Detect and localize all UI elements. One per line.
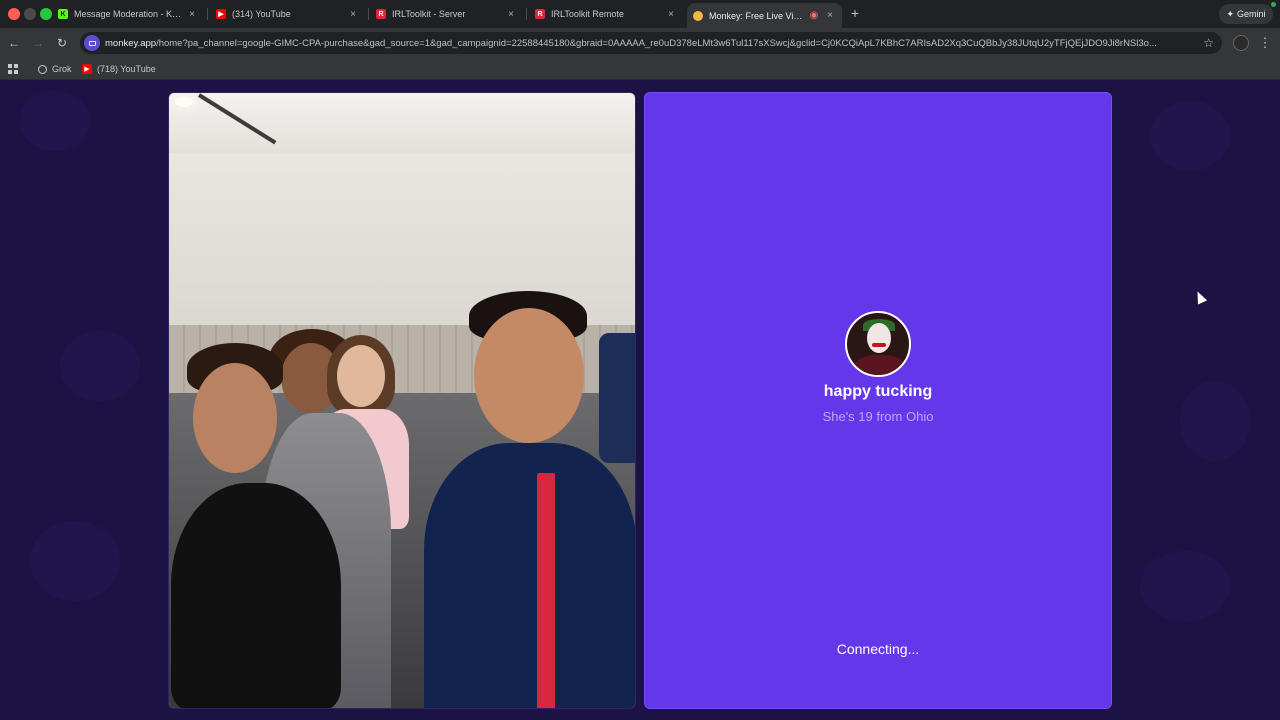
- match-name: happy tucking: [823, 383, 933, 400]
- url-host: monkey.app: [105, 37, 157, 49]
- bookmark-star-icon[interactable]: ☆: [1203, 36, 1214, 50]
- video-scene: [474, 308, 584, 443]
- bookmark-grok[interactable]: Grok: [38, 61, 72, 77]
- back-arrow-icon[interactable]: ←: [6, 35, 22, 51]
- connection-status: Connecting...: [836, 641, 920, 657]
- window-maximize-button[interactable]: [40, 8, 52, 20]
- reload-icon[interactable]: ↻: [54, 35, 70, 51]
- tab-youtube[interactable]: ▶ (314) YouTube ×: [210, 3, 365, 25]
- status-dot-icon: [1271, 2, 1276, 7]
- youtube-icon: ▶: [216, 9, 226, 19]
- video-scene: [169, 93, 635, 153]
- tab-separator: [207, 8, 208, 20]
- apps-grid-icon[interactable]: [8, 64, 18, 74]
- bookmark-label: (718) YouTube: [97, 64, 156, 74]
- mouse-cursor-icon: [1192, 289, 1208, 305]
- tab-monkey-active[interactable]: Monkey: Free Live Video C ◉ ×: [687, 3, 842, 28]
- window-close-button[interactable]: [8, 8, 20, 20]
- tab-irltoolkit-remote[interactable]: R IRLToolkit Remote ×: [529, 3, 683, 25]
- irltoolkit-icon: R: [535, 9, 545, 19]
- video-scene: [599, 333, 635, 463]
- tab-close-icon[interactable]: ×: [505, 9, 517, 20]
- bookmark-label: Grok: [52, 64, 72, 74]
- match-info: She's 19 from Ohio: [822, 409, 934, 424]
- tab-separator: [526, 8, 527, 20]
- window-minimize-button[interactable]: [24, 8, 36, 20]
- background-pattern: [20, 91, 90, 151]
- more-menu-icon[interactable]: ⋮: [1258, 34, 1272, 52]
- tab-close-icon[interactable]: ×: [347, 9, 359, 20]
- avatar-image: [872, 343, 886, 347]
- tab-close-icon[interactable]: ×: [186, 9, 198, 20]
- background-pattern: [30, 521, 120, 601]
- url-path: /home?pa_channel=google-GIMC-CPA-purchas…: [156, 37, 1157, 49]
- tab-kick-moderation[interactable]: K Message Moderation - Kick D ×: [52, 3, 204, 25]
- background-pattern: [60, 331, 140, 401]
- video-scene: [175, 97, 193, 107]
- grok-icon: [38, 64, 47, 74]
- remote-match-panel: happy tucking She's 19 from Ohio Connect…: [644, 92, 1112, 709]
- tab-close-icon[interactable]: ×: [665, 9, 677, 20]
- monkey-icon: [693, 10, 703, 21]
- bookmarks-bar: Grok ▶ (718) YouTube: [0, 58, 1280, 80]
- recording-icon: ◉: [809, 10, 819, 21]
- bookmark-youtube[interactable]: ▶ (718) YouTube: [82, 61, 156, 77]
- irltoolkit-icon: R: [376, 9, 386, 19]
- tab-title: IRLToolkit - Server: [392, 9, 466, 19]
- profile-avatar[interactable]: [1233, 35, 1249, 51]
- tab-title: IRLToolkit Remote: [551, 9, 624, 19]
- background-pattern: [1140, 551, 1230, 621]
- sparkle-icon: ✦: [1226, 8, 1235, 19]
- video-scene: [424, 443, 635, 708]
- kick-icon: K: [58, 9, 68, 19]
- tab-title: (314) YouTube: [232, 9, 291, 19]
- site-info-icon[interactable]: [84, 35, 100, 51]
- background-pattern: [1180, 381, 1250, 461]
- new-tab-button[interactable]: +: [848, 5, 862, 21]
- tab-bar: K Message Moderation - Kick D × ▶ (314) …: [0, 0, 1280, 28]
- tab-irltoolkit-server[interactable]: R IRLToolkit - Server ×: [370, 3, 523, 25]
- youtube-icon: ▶: [82, 64, 92, 74]
- avatar-image: [867, 323, 891, 353]
- video-chat-page: happy tucking She's 19 from Ohio Connect…: [0, 81, 1280, 720]
- url-text[interactable]: monkey.app/home?pa_channel=google-GIMC-C…: [105, 38, 1197, 49]
- match-avatar: [845, 311, 911, 377]
- background-pattern: [1150, 101, 1230, 171]
- forward-arrow-icon[interactable]: →: [30, 35, 46, 51]
- tab-title: Message Moderation - Kick D: [74, 9, 182, 19]
- video-scene: [193, 363, 277, 473]
- gemini-label: Gemini: [1237, 9, 1266, 19]
- address-bar[interactable]: monkey.app/home?pa_channel=google-GIMC-C…: [80, 32, 1222, 54]
- tab-title: Monkey: Free Live Video C: [709, 10, 804, 21]
- local-video-feed: [168, 92, 636, 709]
- video-scene: [337, 345, 385, 407]
- gemini-button[interactable]: ✦ Gemini: [1219, 4, 1273, 24]
- tab-close-icon[interactable]: ×: [824, 10, 836, 21]
- video-scene: [537, 473, 555, 708]
- tab-separator: [368, 8, 369, 20]
- video-scene: [171, 483, 341, 708]
- avatar-image: [853, 355, 907, 375]
